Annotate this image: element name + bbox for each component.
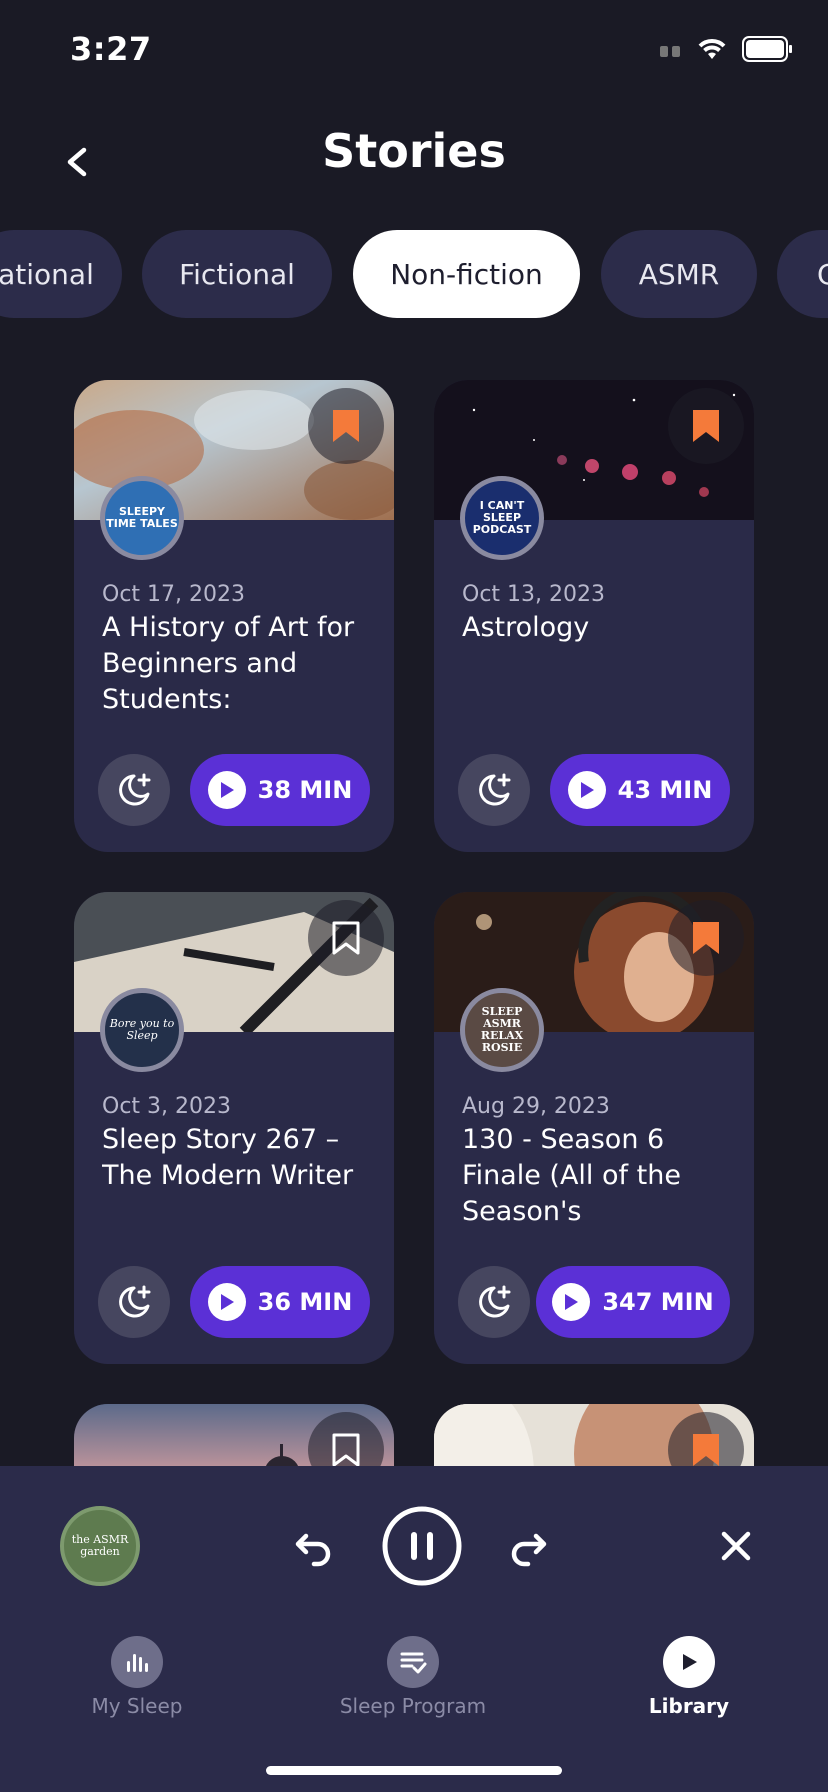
mini-player: the ASMR garden My Sleep Sleep Program L…: [0, 1466, 828, 1792]
story-date: Aug 29, 2023: [462, 1094, 610, 1119]
chip-asmr[interactable]: ASMR: [601, 230, 757, 318]
story-card[interactable]: I CAN'T SLEEP PODCAST Oct 13, 2023 Astro…: [434, 380, 754, 852]
playlist-check-icon: [387, 1636, 439, 1688]
play-button[interactable]: 347 MIN: [536, 1266, 730, 1338]
bookmark-filled-icon: [693, 1434, 719, 1466]
moon-plus-icon: [479, 773, 511, 806]
play-button[interactable]: 36 MIN: [190, 1266, 370, 1338]
moon-plus-icon: [479, 1285, 511, 1318]
nav-label: My Sleep: [91, 1694, 183, 1718]
story-card[interactable]: SLEEP ASMR RELAX ROSIE Aug 29, 2023 130 …: [434, 892, 754, 1364]
bookmark-filled-icon: [693, 922, 719, 954]
podcast-avatar: I CAN'T SLEEP PODCAST: [460, 476, 544, 560]
bookmark-button[interactable]: [308, 900, 384, 976]
bookmark-button[interactable]: [668, 388, 744, 464]
duration-label: 38 MIN: [257, 776, 353, 804]
story-card[interactable]: SLEEPY TIME TALES Oct 17, 2023 A History…: [74, 380, 394, 852]
moon-plus-icon: [119, 1285, 151, 1318]
cellular-icon: [660, 46, 680, 57]
close-icon: [721, 1531, 751, 1561]
nav-label: Sleep Program: [339, 1694, 487, 1718]
status-icons: [660, 36, 794, 62]
play-circle-icon: [663, 1636, 715, 1688]
play-icon: [207, 1283, 246, 1321]
chip-inspirational[interactable]: ational: [0, 230, 122, 318]
play-icon: [552, 1283, 591, 1321]
chip-more[interactable]: C: [777, 230, 828, 318]
duration-label: 43 MIN: [617, 776, 713, 804]
home-indicator: [266, 1766, 562, 1775]
status-time: 3:27: [70, 30, 152, 68]
bookmark-button[interactable]: [308, 388, 384, 464]
chip-fictional[interactable]: Fictional: [142, 230, 332, 318]
play-icon: [207, 771, 246, 809]
nav-label: Library: [648, 1694, 730, 1718]
bookmark-outline-icon: [332, 1433, 360, 1467]
moon-plus-icon: [119, 773, 151, 806]
story-title: A History of Art for Beginners and Stude…: [102, 612, 355, 715]
bookmark-outline-icon: [332, 921, 360, 955]
forward-button[interactable]: [488, 1506, 568, 1586]
forward-icon: [511, 1533, 547, 1567]
podcast-avatar: SLEEPY TIME TALES: [100, 476, 184, 560]
play-icon: [567, 771, 606, 809]
pause-icon: [382, 1506, 462, 1586]
now-playing-artwork[interactable]: the ASMR garden: [60, 1506, 140, 1586]
bar-chart-icon: [111, 1636, 163, 1688]
pause-button[interactable]: [382, 1506, 462, 1586]
nav-my-sleep[interactable]: My Sleep: [37, 1636, 237, 1718]
podcast-avatar: SLEEP ASMR RELAX ROSIE: [460, 988, 544, 1072]
story-date: Oct 17, 2023: [102, 582, 245, 607]
bookmark-filled-icon: [693, 410, 719, 442]
rewind-button[interactable]: [274, 1506, 354, 1586]
story-title: Sleep Story 267 – The Modern Writer: [102, 1124, 354, 1191]
add-to-sleep-button[interactable]: [98, 1266, 170, 1338]
add-to-sleep-button[interactable]: [458, 754, 530, 826]
podcast-avatar: Bore you to Sleep: [100, 988, 184, 1072]
nav-library[interactable]: Library: [589, 1636, 789, 1718]
add-to-sleep-button[interactable]: [458, 1266, 530, 1338]
bookmark-button[interactable]: [668, 900, 744, 976]
duration-label: 36 MIN: [257, 1288, 353, 1316]
story-title: Astrology: [462, 612, 590, 643]
rewind-icon: [295, 1533, 331, 1567]
play-button[interactable]: 38 MIN: [190, 754, 370, 826]
status-bar: 3:27: [0, 0, 828, 100]
duration-label: 347 MIN: [602, 1288, 714, 1316]
story-title: 130 - Season 6 Finale (All of the Season…: [462, 1124, 681, 1227]
play-button[interactable]: 43 MIN: [550, 754, 730, 826]
story-card[interactable]: Bore you to Sleep Oct 3, 2023 Sleep Stor…: [74, 892, 394, 1364]
bookmark-filled-icon: [333, 410, 359, 442]
story-date: Oct 3, 2023: [102, 1094, 232, 1119]
header: Stories: [0, 110, 828, 200]
close-player-button[interactable]: [696, 1506, 776, 1586]
story-date: Oct 13, 2023: [462, 582, 605, 607]
page-title: Stories: [322, 124, 506, 178]
add-to-sleep-button[interactable]: [98, 754, 170, 826]
wifi-icon: [698, 39, 726, 59]
category-chips: ational Fictional Non-fiction ASMR C: [0, 230, 828, 320]
nav-sleep-program[interactable]: Sleep Program: [313, 1636, 513, 1718]
battery-icon: [742, 36, 792, 62]
chip-non-fiction[interactable]: Non-fiction: [353, 230, 580, 318]
